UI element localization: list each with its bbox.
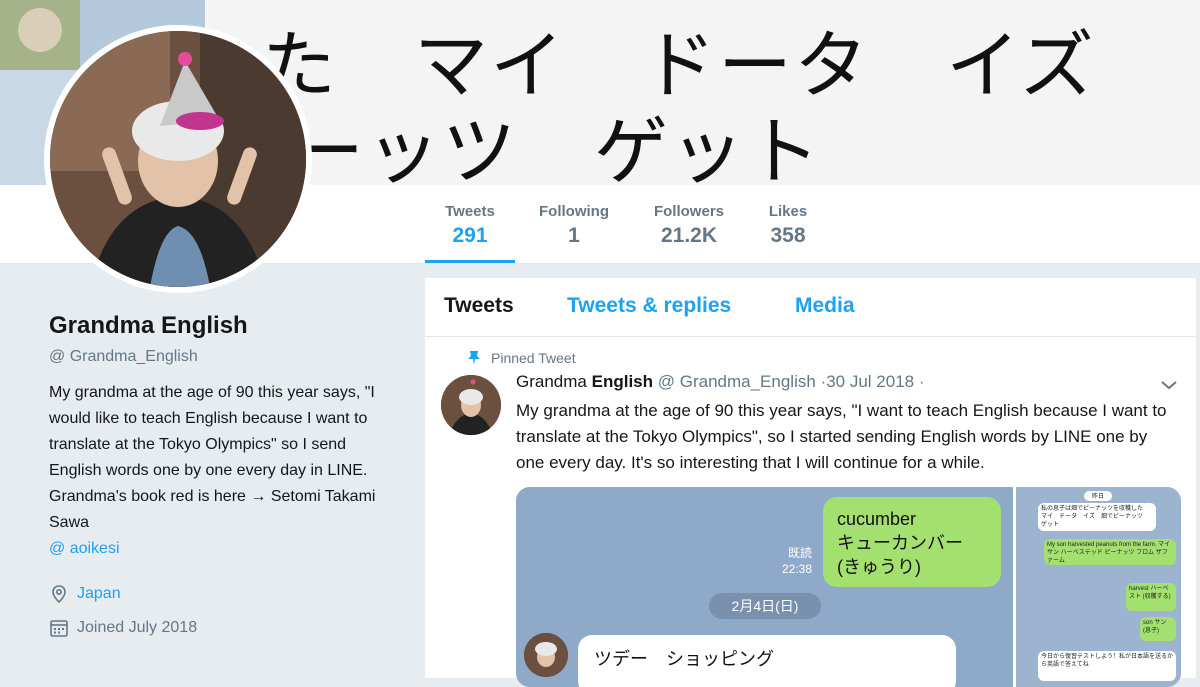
location-icon — [52, 585, 66, 604]
profile-name: Grandma English — [49, 312, 248, 339]
stat-tweets-label: Tweets — [445, 203, 495, 220]
stat-likes[interactable]: Likes 358 — [760, 185, 816, 263]
stat-following-value: 1 — [568, 224, 580, 247]
chat-bubble-received: ツデー ショッピング — [578, 635, 956, 687]
stat-following-label: Following — [539, 203, 609, 220]
tweet-header: Grandma English @ Grandma_English ·30 Ju… — [516, 372, 925, 392]
read-time: 22:38 — [782, 562, 813, 576]
pinned-tweet-text: Pinned Tweet — [491, 350, 576, 366]
line-chat-screenshot: 既読 22:38 cucumber キューカンバー (きゅうり) 2月4日(日)… — [516, 487, 1013, 687]
avatar-graphic — [50, 31, 306, 287]
tweet-avatar-graphic — [441, 375, 501, 435]
chat-avatar — [524, 633, 568, 677]
profile-bio: My grandma at the age of 90 this year sa… — [49, 384, 376, 531]
bubble-line-1: cucumber — [837, 509, 917, 529]
stat-tweets[interactable]: Tweets 291 — [425, 185, 515, 263]
chat-avatar-graphic — [524, 633, 568, 677]
profile-location: Japan — [49, 584, 399, 604]
banner-text-line2: ーッツ ゲット — [290, 109, 822, 185]
thumb-msg-5: 今日から復習テストしよう！私が日本語を送るから英語で答えてね — [1038, 651, 1176, 681]
pin-icon — [468, 351, 480, 365]
tweet-media-image[interactable]: 既読 22:38 cucumber キューカンバー (きゅうり) 2月4日(日)… — [516, 487, 1181, 687]
chat-date-pill: 2月4日(日) — [709, 593, 821, 619]
joined-date: Joined July 2018 — [77, 619, 198, 636]
thumb-date: 昨日 — [1084, 491, 1112, 501]
tab-media[interactable]: Media — [795, 294, 855, 318]
thumb-msg-4: son サン (息子) — [1140, 617, 1176, 641]
thumb-msg-2: My son harvested peanuts from the farm. … — [1044, 539, 1176, 565]
profile-sidebar: Grandma English @ Grandma_English My gra… — [49, 312, 399, 638]
bio-mention-link[interactable]: @ aoikesi — [49, 536, 399, 562]
profile-avatar[interactable] — [44, 25, 312, 293]
timeline-tabs: Tweets Tweets & replies Media — [425, 278, 1196, 337]
stat-followers-value: 21.2K — [660, 224, 718, 247]
thumb-msg-3: harvest ハーベスト (収穫する) — [1126, 583, 1176, 611]
timeline-card: Tweets Tweets & replies Media Pinned Twe… — [425, 278, 1196, 687]
stat-followers-label: Followers — [653, 203, 724, 220]
read-receipt: 既読 22:38 — [782, 545, 812, 577]
chevron-down-icon — [1161, 381, 1177, 390]
stat-likes-label: Likes — [768, 203, 808, 220]
stat-following[interactable]: Following 1 — [530, 185, 618, 263]
tweet-date[interactable]: ·30 Jul 2018 · — [821, 372, 925, 391]
profile-joined: Joined July 2018 — [49, 618, 399, 638]
tab-tweets-replies[interactable]: Tweets & replies — [567, 294, 731, 318]
tweet-author-handle[interactable]: @ Grandma_English — [658, 372, 816, 391]
profile-handle[interactable]: @ Grandma_English — [49, 348, 399, 366]
bubble-line-3: (きゅうり) — [837, 557, 921, 577]
avatar-photo — [50, 31, 306, 287]
line-chat-thumbnail: 昨日 私の息子は畑でピーナッツを収穫した マイ ドータ イズ 畑でピーナッツ ゲ… — [1016, 487, 1181, 687]
tweet-text: My grandma at the age of 90 this year sa… — [516, 401, 1167, 472]
chat-bubble-sent: cucumber キューカンバー (きゅうり) — [823, 497, 1001, 587]
calendar-icon — [50, 620, 68, 637]
stat-followers[interactable]: Followers 21.2K — [645, 185, 733, 263]
stat-likes-value: 358 — [770, 224, 806, 247]
location-link[interactable]: Japan — [77, 585, 121, 603]
tweet-menu-button[interactable] — [1160, 378, 1178, 396]
tweet-avatar[interactable] — [441, 375, 501, 435]
stat-tweets-value: 291 — [452, 224, 488, 247]
tweet-author-bold[interactable]: English — [592, 372, 653, 391]
read-label: 既読 — [788, 546, 813, 560]
tab-tweets[interactable]: Tweets — [444, 294, 514, 318]
tweet-author-first[interactable]: Grandma — [516, 372, 587, 391]
pinned-tweet-label: Pinned Tweet — [468, 350, 576, 366]
bubble-line-2: キューカンバー — [837, 533, 963, 553]
thumb-msg-1: 私の息子は畑でピーナッツを収穫した マイ ドータ イズ 畑でピーナッツ ゲット — [1038, 503, 1156, 531]
